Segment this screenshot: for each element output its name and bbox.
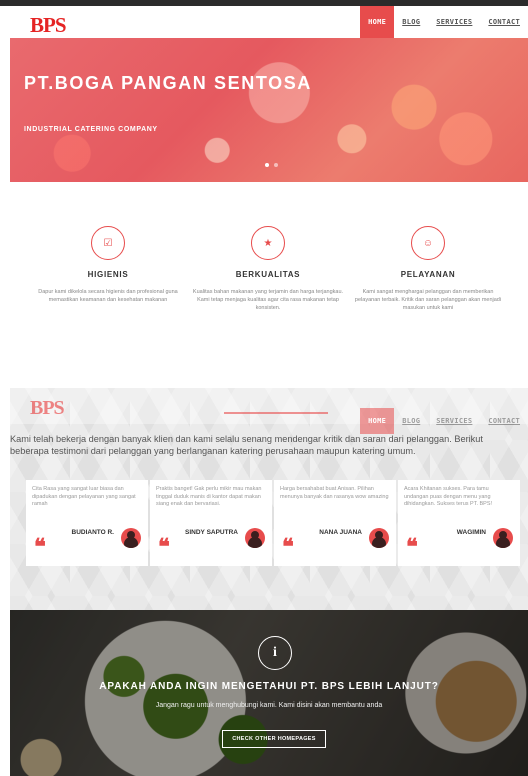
nav-services[interactable]: SERVICES [428,6,480,38]
testimonial-card: Cita Rasa yang sangat luar biasa dan dip… [26,480,148,566]
testimonial-cards: Cita Rasa yang sangat luar biasa dan dip… [26,480,522,566]
avatar [245,528,265,548]
feature-title: PELAYANAN [400,270,456,279]
testimonial-card: Praktis banget! Gak perlu mikir mau maka… [150,480,272,566]
testimonial-author: WAGIMIN [456,529,486,536]
quote-icon: ❝ [406,534,418,559]
check-other-homepages-button[interactable]: CHECK OTHER HOMEPAGES [222,730,326,748]
feature-text: Kualitas bahan makanan yang terjamin dan… [192,289,344,311]
hero-slider[interactable]: PT.BOGA PANGAN SENTOSA INDUSTRIAL CATERI… [10,38,528,182]
sticky-nav-home[interactable]: HOME [360,408,395,434]
avatar [369,528,389,548]
feature-berkualitas: ★ BERKUALITAS Kualitas bahan makanan yan… [188,226,348,312]
smile-icon: ☺ [411,226,445,260]
testimonial-text: Harga bersahabat buat Anisan. Pilihan me… [280,486,389,500]
sticky-brand-logo[interactable]: BPS [30,398,65,418]
sticky-nav-services[interactable]: SERVICES [428,408,480,434]
cta-section: i APAKAH ANDA INGIN MENGETAHUI PT. BPS L… [10,610,528,776]
nav-contact[interactable]: CONTACT [480,6,528,38]
sticky-nav-blog[interactable]: BLOG [394,408,428,434]
testimonial-card: Acara Khitanan sukses. Para tamu undanga… [398,480,520,566]
testimonial-card: Harga bersahabat buat Anisan. Pilihan me… [274,480,396,566]
avatar [121,528,141,548]
avatar [493,528,513,548]
star-icon: ★ [251,226,285,260]
hero-title: PT.BOGA PANGAN SENTOSA [24,73,312,93]
testimonial-author: BUDIANTO R. [71,529,115,536]
sticky-nav-contact[interactable]: CONTACT [480,408,528,434]
cta-title: APAKAH ANDA INGIN MENGETAHUI PT. BPS LEB… [99,681,439,692]
testimonial-author: NANA JUANA [319,529,362,536]
testimonials-intro: Kami telah bekerja dengan banyak klien d… [10,434,483,456]
scroll-progress-line [224,412,328,414]
hero-subtitle: INDUSTRIAL CATERING COMPANY [24,126,158,133]
features-section: ☑ HIGIENIS Dapur kami dikelola secara hi… [28,226,508,312]
slider-dots [265,163,278,167]
testimonials-section: BPS HOME BLOG SERVICES CONTACT Kami tela… [10,388,528,610]
nav-home[interactable]: HOME [360,6,395,38]
testimonial-text: Cita Rasa yang sangat luar biasa dan dip… [32,486,136,507]
info-icon: i [258,636,292,670]
sticky-nav: HOME BLOG SERVICES CONTACT [360,408,528,434]
nav-blog[interactable]: BLOG [394,6,428,38]
check-square-icon: ☑ [91,226,125,260]
main-nav: HOME BLOG SERVICES CONTACT [360,6,528,38]
brand-logo[interactable]: BPS [30,15,67,36]
quote-icon: ❝ [158,534,170,559]
slider-dot-1[interactable] [265,163,269,167]
feature-title: BERKUALITAS [235,270,301,279]
feature-title: HIGIENIS [87,270,129,279]
feature-text: Kami sangat menghargai pelanggan dan mem… [354,289,502,311]
top-navbar: BPS HOME BLOG SERVICES CONTACT [0,0,528,38]
cta-overlay [10,610,528,776]
quote-icon: ❝ [34,534,46,559]
testimonial-text: Acara Khitanan sukses. Para tamu undanga… [404,486,493,507]
cta-subtitle: Jangan ragu untuk menghubungi kami. Kami… [155,702,383,709]
slider-dot-2[interactable] [274,163,278,167]
feature-higienis: ☑ HIGIENIS Dapur kami dikelola secara hi… [28,226,188,312]
quote-icon: ❝ [282,534,294,559]
testimonial-author: SINDY SAPUTRA [185,529,238,536]
testimonial-text: Praktis banget! Gak perlu mikir mau maka… [156,486,262,507]
feature-pelayanan: ☺ PELAYANAN Kami sangat menghargai pelan… [348,226,508,312]
feature-text: Dapur kami dikelola secara higienis dan … [38,289,178,303]
